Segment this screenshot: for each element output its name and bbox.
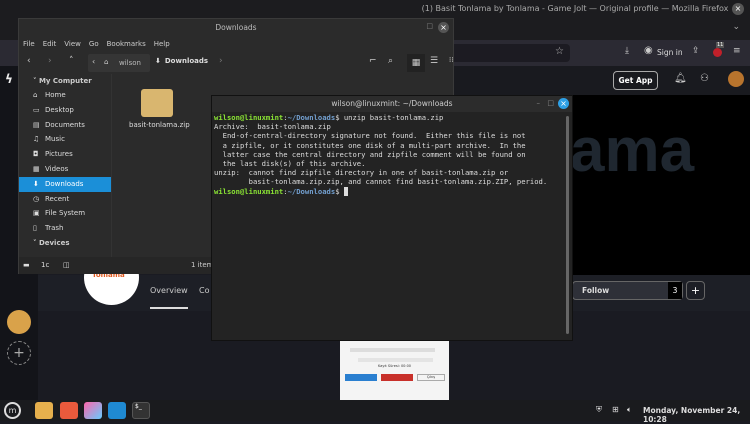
sidebar-item-recent[interactable]: ◷ Recent (19, 192, 111, 207)
menu-edit[interactable]: Edit (43, 40, 57, 48)
home-icon: ⌂ (33, 91, 38, 99)
section-devices[interactable]: ˅ Devices (19, 236, 111, 250)
close-firefox-button[interactable]: × (732, 3, 744, 15)
maximize-button[interactable]: □ (426, 22, 433, 30)
ublock-icon[interactable] (713, 48, 722, 57)
screenshot-thumbnail[interactable]: Kayıt Süresi: 00:00 Çıkış (340, 338, 449, 400)
tab-communities[interactable]: Co (199, 286, 209, 295)
follow-button[interactable]: Follow 3 (572, 281, 683, 300)
tree-toggle-icon[interactable]: 1c (41, 257, 49, 274)
follower-count: 3 (668, 282, 682, 299)
icon-view-icon[interactable]: ▦ (407, 54, 425, 72)
zip-file-icon[interactable] (141, 89, 173, 117)
sidebar-item-desktop[interactable]: ▭ Desktop (19, 103, 111, 118)
file-manager-title: Downloads (215, 23, 257, 32)
section-my-computer[interactable]: ˅ My Computer (19, 74, 111, 88)
videos-icon: ▦ (33, 164, 40, 173)
file-system-icon: ▣ (33, 209, 40, 218)
vscode-app-icon[interactable] (108, 402, 126, 419)
menu-icon[interactable]: ≡ (733, 46, 741, 56)
account-icon[interactable]: ◉ (644, 45, 653, 56)
music-icon: ♫ (33, 135, 40, 144)
badge: 11 (716, 42, 725, 48)
sidebar-item-trash[interactable]: ▯ Trash (19, 221, 111, 236)
volume-icon[interactable]: 🔈︎ (627, 405, 632, 415)
menu-help[interactable]: Help (154, 40, 170, 48)
get-app-button[interactable]: Get App (613, 71, 658, 90)
terminal-output: wilson@linuxmint:~/Downloads$ unzip basi… (214, 113, 562, 196)
search-icon[interactable]: ⌕ (388, 56, 393, 66)
up-icon[interactable]: ˄ (69, 56, 74, 66)
friends-icon[interactable]: ⚇ (700, 73, 709, 84)
sidebar-item-documents[interactable]: ▤ Documents (19, 118, 111, 133)
terminal-line: unzip: cannot find zipfile directory in … (214, 168, 509, 178)
scrollbar[interactable] (566, 116, 569, 334)
breadcrumb-next[interactable]: › (219, 56, 223, 66)
terminal-toggle-icon[interactable]: ⌐ (369, 56, 377, 66)
places-sidebar: ˅ My Computer ⌂ Home ▭ Desktop ▤ Documents ♫ Mu… (19, 74, 112, 257)
file-name[interactable]: basit-tonlama.zip (129, 121, 190, 129)
files-app-icon[interactable] (35, 402, 53, 419)
terminal-line: basit-tonlama.zip.zip, and cannot find b… (214, 177, 548, 187)
sidebar-item-home[interactable]: ⌂ Home (19, 88, 111, 103)
maximize-button[interactable]: □ (547, 99, 554, 107)
download-icon[interactable]: ⤓ (625, 46, 629, 56)
sidebar-toggle-icon[interactable]: ◫ (63, 257, 70, 274)
chevron-down-icon[interactable]: ⌄ (732, 22, 740, 32)
network-icon[interactable]: ⊞ (612, 405, 619, 414)
menu-file[interactable]: File (23, 40, 35, 48)
extensions-icon[interactable]: ⇪ (692, 46, 700, 56)
downloads-icon: ⬇ (33, 179, 39, 188)
close-button[interactable]: × (558, 98, 569, 109)
active-tab-indicator (150, 307, 188, 309)
add-community-button[interactable]: + (7, 341, 31, 365)
forward-icon[interactable]: › (48, 56, 52, 66)
bell-icon[interactable]: 🔔︎ (674, 73, 687, 84)
minimize-button[interactable]: – (537, 99, 541, 107)
mint-menu-icon[interactable]: m (4, 402, 21, 419)
desktop-icon: ▭ (33, 105, 40, 114)
bookmark-star-icon[interactable]: ☆ (555, 46, 564, 57)
back-icon[interactable]: ‹ (27, 56, 31, 66)
breadcrumb-downloads[interactable]: ⬇ Downloads (155, 57, 208, 65)
breadcrumb-wilson[interactable]: ‹ ⌂ wilson (88, 54, 150, 72)
user-avatar[interactable] (728, 71, 744, 87)
terminal-line: Archive: basit-tonlama.zip (214, 122, 331, 132)
sidebar-item-pictures[interactable]: ◘ Pictures (19, 147, 111, 162)
menu-bookmarks[interactable]: Bookmarks (107, 40, 146, 48)
list-view-icon[interactable]: ☰ (430, 56, 438, 66)
tab-overview[interactable]: Overview (150, 286, 188, 295)
terminal-title: wilson@linuxmint: ~/Downloads (212, 96, 572, 112)
sign-in-button[interactable]: Sign in (657, 48, 683, 57)
toolbar: ‹ › ˄ ‹ ⌂ wilson ⬇ Downloads › ⌐ ⌕ ▦ ☰ ⁞⁞ (19, 52, 453, 74)
menu-go[interactable]: Go (89, 40, 99, 48)
menu-bar: File Edit View Go Bookmarks Help (19, 37, 453, 51)
clock[interactable]: Monday, November 24, 10:28 (643, 406, 750, 424)
add-button[interactable]: + (686, 281, 705, 300)
pictures-icon: ◘ (33, 150, 39, 159)
terminal-line: the last disk(s) of this archive. (214, 159, 366, 169)
terminal-app-icon[interactable]: $_ (132, 402, 150, 419)
compact-view-icon[interactable]: ⁞⁞ (449, 56, 453, 64)
terminal-line: latter case the central directory and zi… (214, 149, 526, 159)
documents-icon: ▤ (33, 120, 40, 129)
menu-view[interactable]: View (64, 40, 81, 48)
drawing-app-icon[interactable] (84, 402, 102, 419)
sidebar-item-downloads[interactable]: ⬇ Downloads (19, 176, 111, 192)
close-button[interactable]: × (438, 22, 449, 33)
shield-icon[interactable]: ⛨ (596, 405, 602, 415)
terminal-line: a zipfile, or it constitutes one disk of… (214, 140, 526, 150)
firefox-app-icon[interactable] (60, 402, 78, 419)
sidebar-item-file-system[interactable]: ▣ File System (19, 206, 111, 221)
avatar[interactable] (7, 310, 31, 334)
places-toggle-icon[interactable]: ▬ (23, 257, 30, 274)
trash-icon: ▯ (33, 224, 37, 233)
sidebar-item-videos[interactable]: ▦ Videos (19, 162, 111, 177)
gamejolt-logo-icon[interactable]: ϟ (5, 72, 13, 86)
firefox-title-bar: (1) Basit Tonlama by Tonlama - Game Jolt… (0, 0, 750, 18)
terminal-line: End-of-central-directory signature not f… (214, 131, 526, 141)
recent-icon: ◷ (33, 194, 40, 203)
sidebar-item-music[interactable]: ♫ Music (19, 132, 111, 147)
terminal-window[interactable]: wilson@linuxmint: ~/Downloads – □ × wils… (211, 95, 573, 341)
